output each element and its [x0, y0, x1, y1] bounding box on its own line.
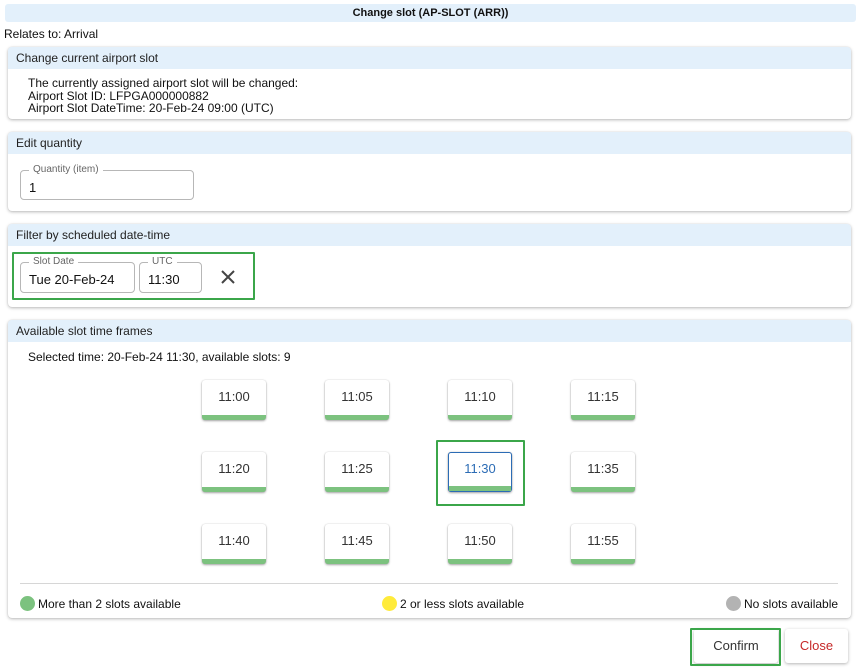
- edit-quantity-header: Edit quantity: [8, 132, 851, 154]
- close-button[interactable]: Close: [785, 629, 848, 663]
- yellow-dot-icon: [382, 596, 397, 611]
- legend-divider: [20, 583, 838, 584]
- quantity-field-label: Quantity (item): [29, 163, 103, 177]
- legend-green: More than 2 slots available: [20, 596, 181, 611]
- info-line-intro: The currently assigned airport slot will…: [28, 76, 299, 90]
- change-slot-header: Change current airport slot: [8, 47, 851, 69]
- legend-yellow-label: 2 or less slots available: [400, 596, 525, 611]
- slot-1150[interactable]: 11:50: [448, 524, 512, 564]
- slot-1105[interactable]: 11:05: [325, 380, 389, 420]
- green-dot-icon: [20, 596, 35, 611]
- slot-1100[interactable]: 11:00: [202, 380, 266, 420]
- confirm-highlight-frame: [690, 628, 781, 666]
- filter-header: Filter by scheduled date-time: [8, 224, 851, 246]
- slot-1140[interactable]: 11:40: [202, 524, 266, 564]
- dialog-title: Change slot (AP-SLOT (ARR)): [5, 4, 856, 22]
- grey-dot-icon: [726, 596, 741, 611]
- selected-time-text: Selected time: 20-Feb-24 11:30, availabl…: [28, 350, 291, 364]
- filter-highlight-frame: [12, 252, 255, 300]
- slot-1155[interactable]: 11:55: [571, 524, 635, 564]
- slots-header: Available slot time frames: [8, 320, 851, 342]
- current-slot-info: The currently assigned airport slot will…: [8, 69, 851, 115]
- slot-1120[interactable]: 11:20: [202, 452, 266, 492]
- legend-grey-label: No slots available: [744, 596, 839, 611]
- legend-green-label: More than 2 slots available: [38, 596, 181, 611]
- slot-1115[interactable]: 11:15: [571, 380, 635, 420]
- slot-1110[interactable]: 11:10: [448, 380, 512, 420]
- relates-to-label: Relates to: Arrival: [4, 27, 99, 41]
- selected-slot-highlight-frame: [436, 440, 525, 506]
- slot-1135[interactable]: 11:35: [571, 452, 635, 492]
- change-slot-card: Change current airport slot The currentl…: [8, 47, 851, 119]
- legend-yellow: 2 or less slots available: [382, 596, 524, 611]
- info-line-slot-datetime: Airport Slot DateTime: 20-Feb-24 09:00 (…: [28, 101, 274, 115]
- legend-grey: No slots available: [726, 596, 838, 611]
- slot-1125[interactable]: 11:25: [325, 452, 389, 492]
- quantity-field[interactable]: Quantity (item) 1: [20, 163, 194, 200]
- slots-card: Available slot time frames Selected time…: [8, 320, 851, 618]
- slot-1145[interactable]: 11:45: [325, 524, 389, 564]
- quantity-field-value: 1: [29, 180, 37, 195]
- edit-quantity-card: Edit quantity Quantity (item) 1: [8, 132, 851, 211]
